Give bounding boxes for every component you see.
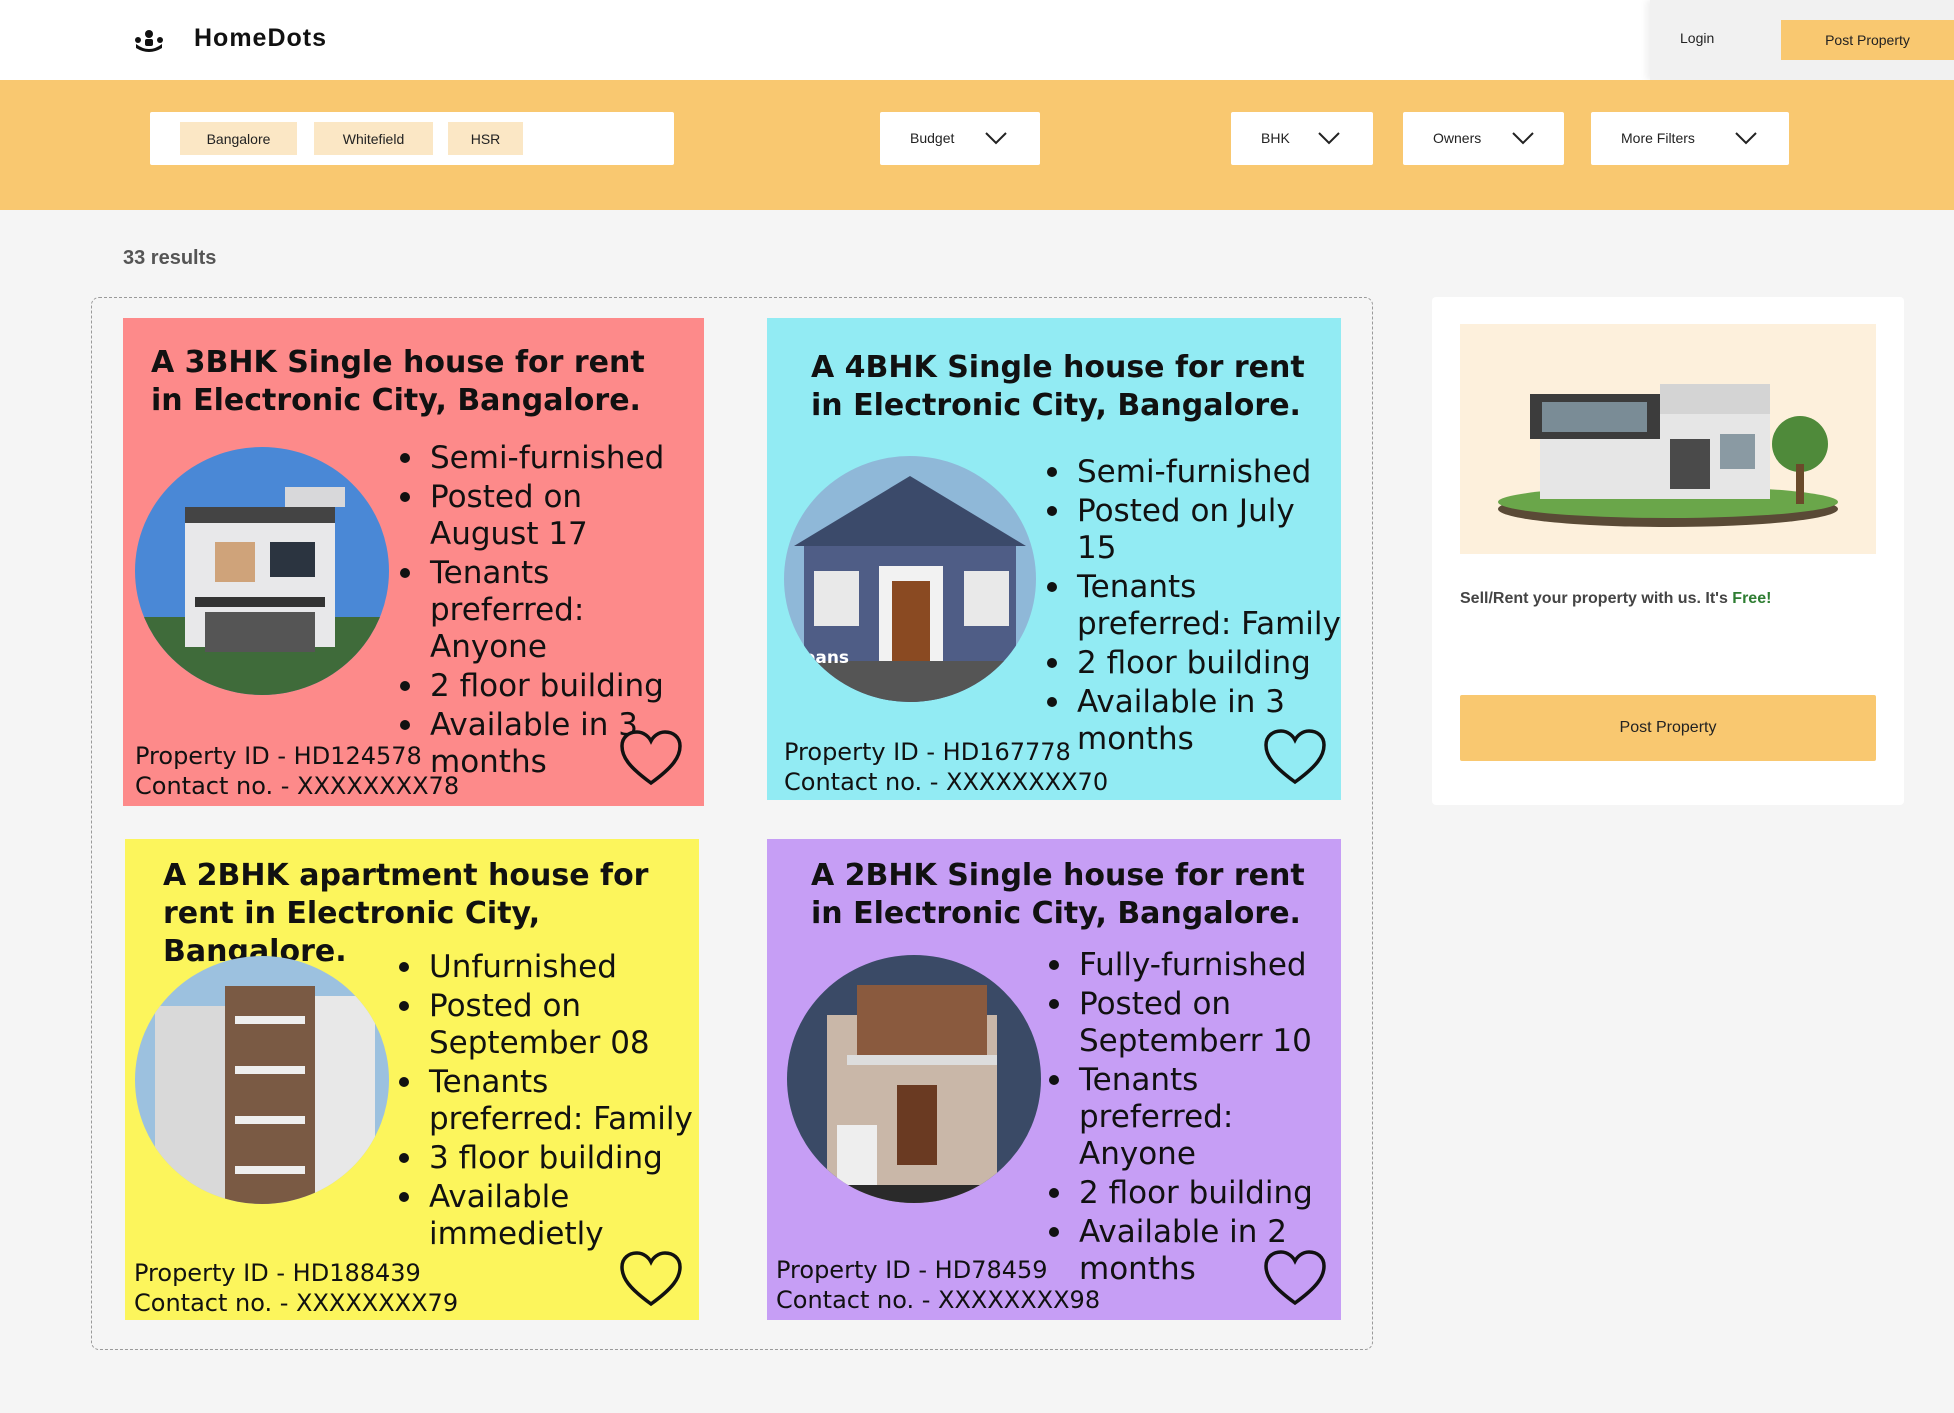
location-chip-hsr[interactable]: HSR	[448, 122, 523, 155]
feature-item: Semi-furnished	[398, 440, 698, 477]
listing-features: Semi-furnished Posted on July 15 Tenants…	[1045, 454, 1341, 760]
listing-features: Unfurnished Posted on September 08 Tenan…	[397, 949, 697, 1255]
contact-number: Contact no. - XXXXXXXX70	[784, 768, 1109, 796]
chevron-down-icon	[1512, 132, 1534, 145]
bhk-label: BHK	[1261, 130, 1290, 146]
brand-name[interactable]: HomeDots	[194, 24, 327, 53]
chevron-down-icon	[985, 132, 1007, 145]
bhk-dropdown[interactable]: BHK	[1231, 112, 1373, 165]
listing-title: A 4BHK Single house for rent in Electron…	[811, 350, 1305, 423]
promo-text-free: Free!	[1732, 590, 1772, 607]
budget-dropdown[interactable]: Budget	[880, 112, 1040, 165]
feature-item: 3 floor building	[397, 1140, 697, 1177]
feature-item: Available immedietly	[397, 1179, 697, 1253]
feature-item: Posted on Septemberr 10	[1047, 986, 1341, 1060]
login-link[interactable]: Login	[1680, 30, 1714, 46]
listing-photo	[135, 447, 389, 695]
feature-item: Unfurnished	[397, 949, 697, 986]
listing-photo	[135, 956, 389, 1204]
budget-label: Budget	[910, 130, 955, 146]
feature-item: 2 floor building	[1045, 645, 1341, 682]
listing-features: Fully-furnished Posted on Septemberr 10 …	[1047, 947, 1341, 1290]
feature-item: Posted on August 17	[398, 479, 698, 553]
contact-number: Contact no. - XXXXXXXX79	[134, 1289, 459, 1317]
property-id: Property ID - HD167778	[784, 738, 1071, 766]
promo-text: Sell/Rent your property with us. It's Fr…	[1460, 590, 1771, 608]
listing-photo	[787, 955, 1041, 1203]
property-id: Property ID - HD78459	[776, 1256, 1048, 1284]
listing-card[interactable]: A 2BHK apartment house for rent in Elect…	[125, 839, 699, 1320]
chevron-down-icon	[1735, 132, 1757, 145]
location-chip-whitefield[interactable]: Whitefield	[314, 122, 433, 155]
owners-dropdown[interactable]: Owners	[1403, 112, 1564, 165]
property-id: Property ID - HD124578	[135, 742, 422, 770]
more-filters-label: More Filters	[1621, 130, 1695, 146]
feature-item: Tenants preferred: Anyone	[398, 555, 698, 666]
heart-outline-icon[interactable]	[619, 729, 683, 787]
feature-item: Tenants preferred: Anyone	[1047, 1062, 1341, 1173]
listing-card[interactable]: A 4BHK Single house for rent in Electron…	[767, 318, 1341, 800]
post-property-button[interactable]: Post Property	[1460, 695, 1876, 761]
logo-icon[interactable]	[134, 28, 164, 52]
feature-item: Posted on July 15	[1045, 493, 1341, 567]
heart-outline-icon[interactable]	[1263, 728, 1327, 786]
location-chip-bangalore[interactable]: Bangalore	[180, 122, 297, 155]
heart-outline-icon[interactable]	[619, 1250, 683, 1308]
feature-item: Tenants preferred: Family	[397, 1064, 697, 1138]
feature-item: 2 floor building	[1047, 1175, 1341, 1212]
feature-item: Semi-furnished	[1045, 454, 1341, 491]
owners-label: Owners	[1433, 130, 1482, 146]
chevron-down-icon	[1318, 132, 1340, 145]
listing-card[interactable]: A 3BHK Single house for rent in Electron…	[123, 318, 704, 806]
contact-number: Contact no. - XXXXXXXX98	[776, 1286, 1101, 1314]
feature-item: Tenants preferred: Family	[1045, 569, 1341, 643]
listing-title: A 3BHK Single house for rent in Electron…	[151, 345, 645, 418]
contact-number: Contact no. - XXXXXXXX78	[135, 772, 460, 800]
feature-item: 2 floor building	[398, 668, 698, 705]
photo-overlay-text: leans	[798, 648, 850, 668]
property-id: Property ID - HD188439	[134, 1259, 421, 1287]
heart-outline-icon[interactable]	[1263, 1249, 1327, 1307]
feature-item: Posted on September 08	[397, 988, 697, 1062]
feature-item: Fully-furnished	[1047, 947, 1341, 984]
listing-title: A 2BHK Single house for rent in Electron…	[811, 858, 1305, 931]
more-filters-dropdown[interactable]: More Filters	[1591, 112, 1789, 165]
promo-text-main: Sell/Rent your property with us. It's	[1460, 590, 1728, 607]
listing-photo: leans	[784, 456, 1036, 702]
listing-card[interactable]: A 2BHK Single house for rent in Electron…	[767, 839, 1341, 1320]
post-property-button-top[interactable]: Post Property	[1781, 20, 1954, 60]
promo-house-image	[1460, 324, 1876, 554]
results-count: 33 results	[123, 247, 217, 269]
